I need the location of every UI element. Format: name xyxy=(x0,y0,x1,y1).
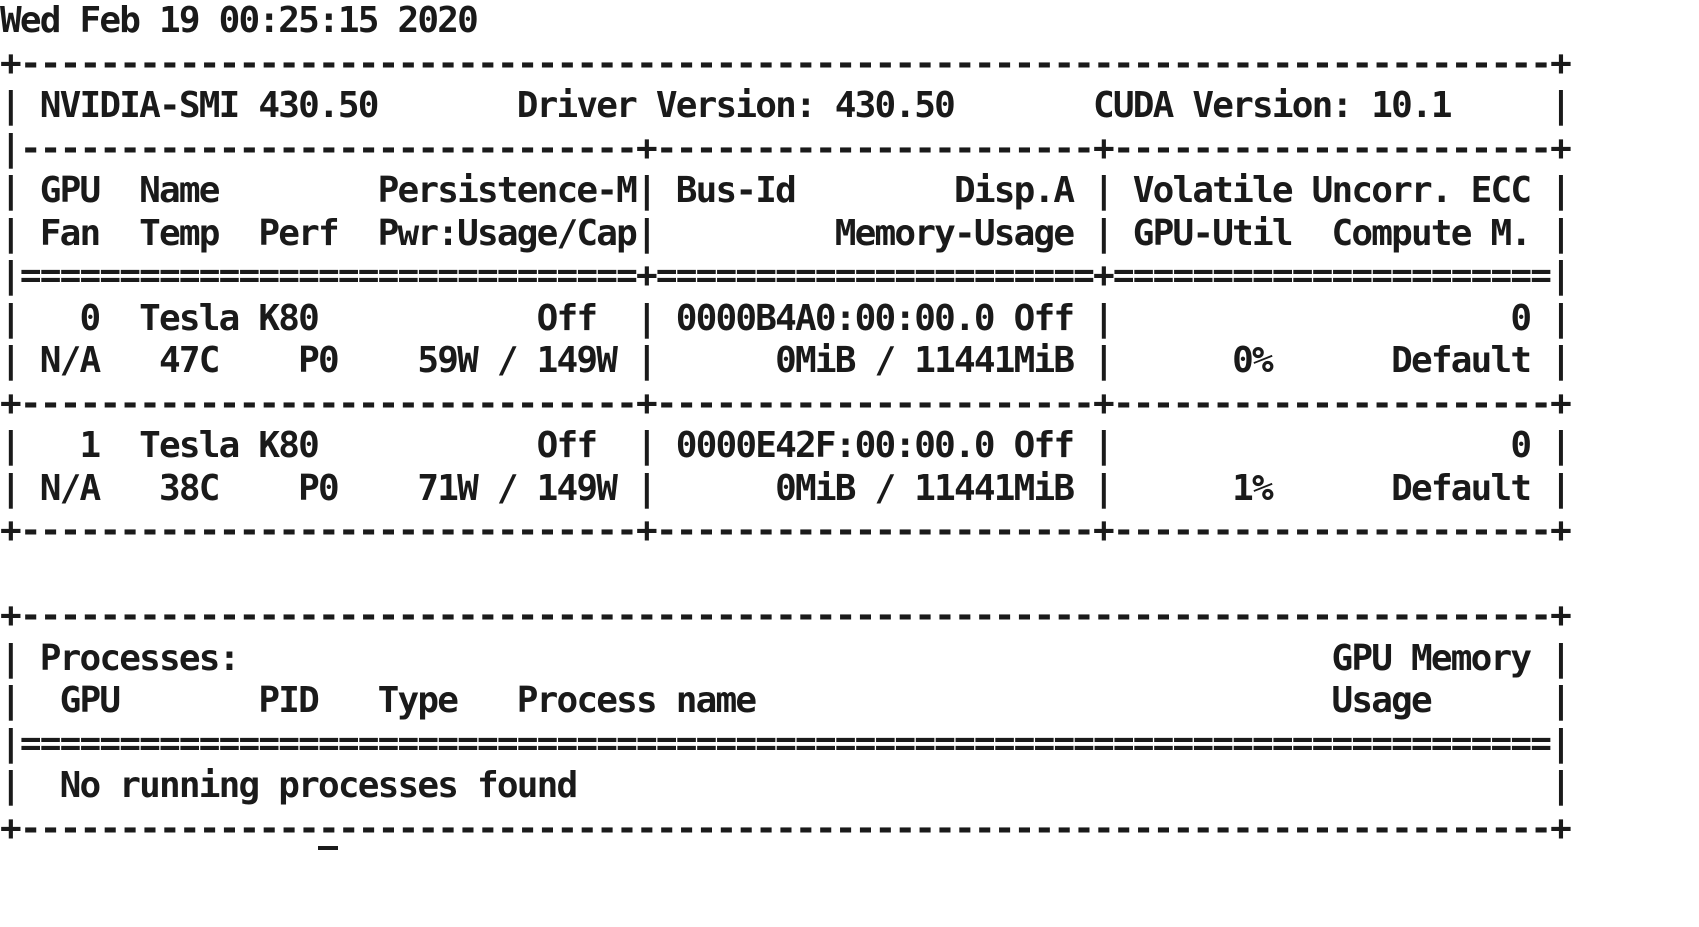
gpu-1-row-1: | 1 Tesla K80 Off | 0000E42F:00:00.0 Off… xyxy=(0,425,1572,466)
gpu-table-header-row-2: | Fan Temp Perf Pwr:Usage/Cap| Memory-Us… xyxy=(0,212,1572,254)
gpu-table-border-bottom: +-------------------------------+-------… xyxy=(0,510,1572,551)
gpu-0-row-1: | 0 Tesla K80 Off | 0000B4A0:00:00.0 Off… xyxy=(0,297,1572,339)
no-processes-row: | No running processes found | xyxy=(0,765,1572,806)
gpu-table-header-row-1: | GPU Name Persistence-M| Bus-Id Disp.A … xyxy=(0,170,1572,211)
timestamp-line: Wed Feb 19 00:25:15 2020 xyxy=(0,0,479,41)
gpu-table-header-divider: |===============================+=======… xyxy=(0,255,1572,296)
table-border-top: +---------------------------------------… xyxy=(0,42,1572,84)
gpu-0-row-2: | N/A 47C P0 59W / 149W | 0MiB / 11441Mi… xyxy=(0,340,1572,381)
header-separator: |-------------------------------+-------… xyxy=(0,127,1572,169)
gpu-1-row-2: | N/A 38C P0 71W / 149W | 0MiB / 11441Mi… xyxy=(0,467,1572,509)
gpu-row-separator: +-------------------------------+-------… xyxy=(0,382,1572,424)
processes-header-divider: |=======================================… xyxy=(0,722,1572,764)
processes-border-top: +---------------------------------------… xyxy=(0,595,1572,636)
terminal-cursor xyxy=(318,846,338,850)
processes-header-row-1: | Processes: GPU Memory | xyxy=(0,637,1572,679)
smi-version-line: | NVIDIA-SMI 430.50 Driver Version: 430.… xyxy=(0,85,1572,126)
processes-header-row-2: | GPU PID Type Process name Usage | xyxy=(0,680,1572,721)
processes-border-bottom: +---------------------------------------… xyxy=(0,807,1572,849)
terminal-output: Wed Feb 19 00:25:15 2020 +---------------… xyxy=(0,0,1572,850)
